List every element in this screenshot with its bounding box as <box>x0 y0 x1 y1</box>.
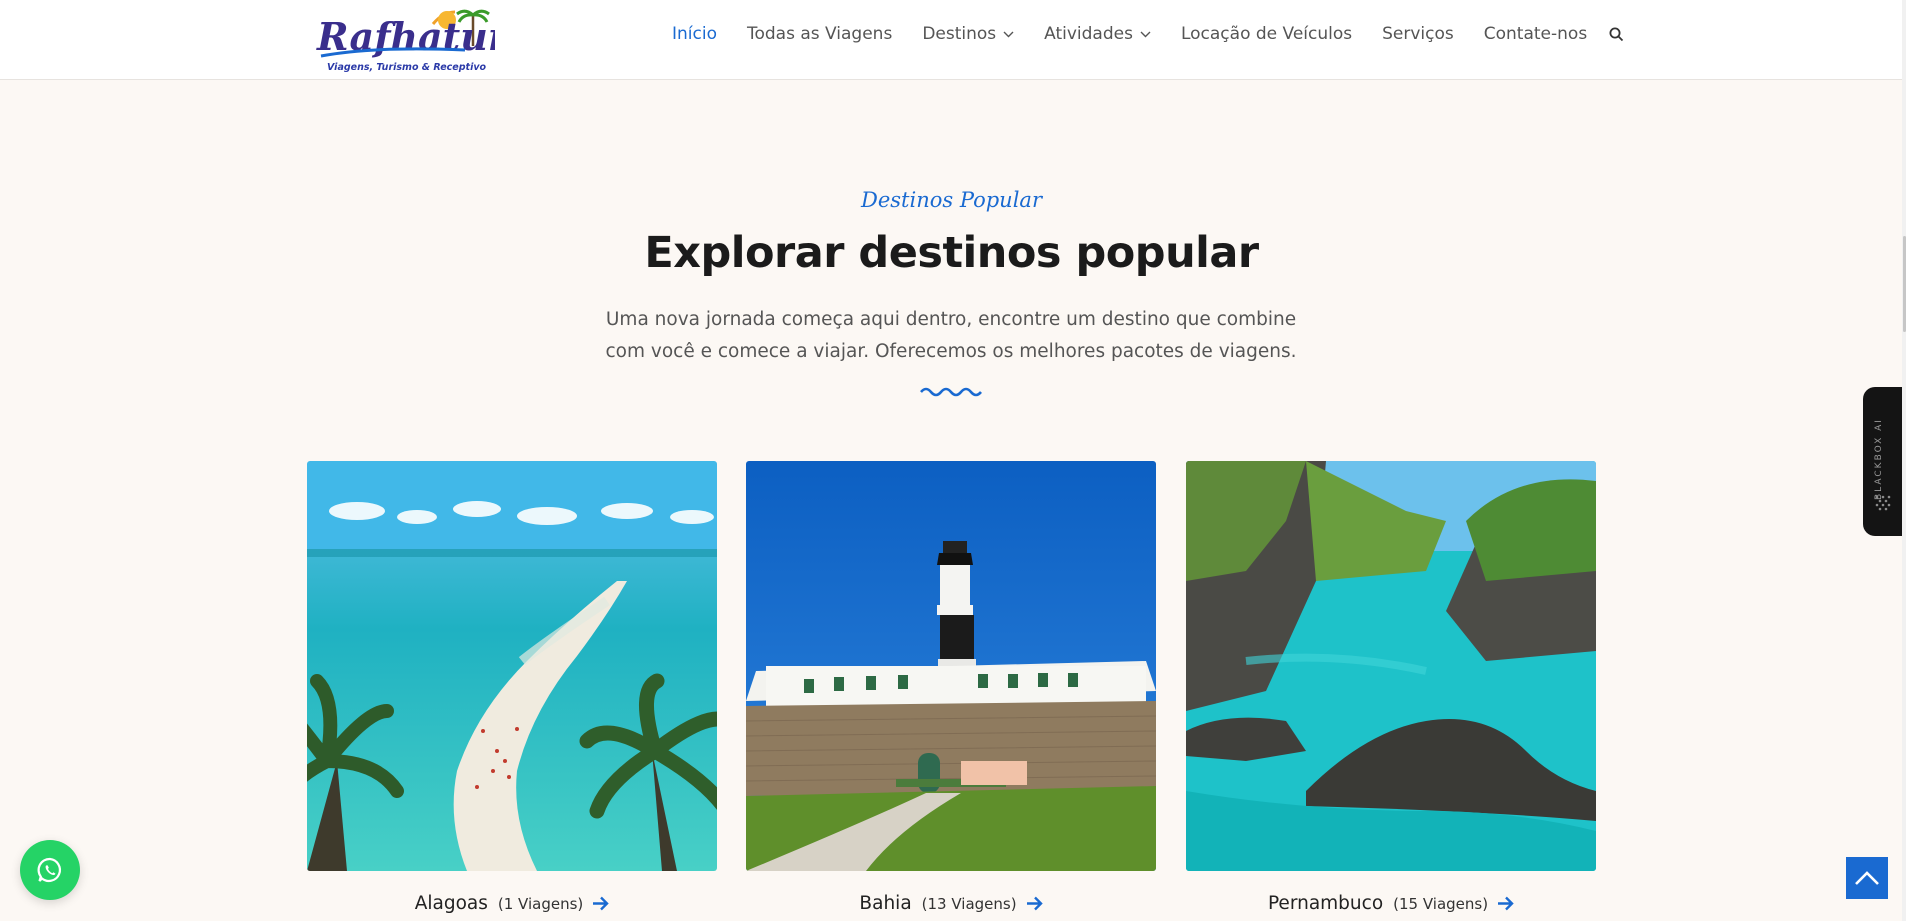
trip-count: (1 Viagens) <box>497 894 584 913</box>
trip-count: (13 Viagens) <box>921 894 1017 913</box>
destination-image-alagoas[interactable] <box>307 461 717 871</box>
destination-card-alagoas[interactable]: Alagoas (1 Viagens) <box>307 461 717 914</box>
nav-atividades[interactable]: Atividades <box>1044 24 1151 44</box>
destination-name[interactable]: Bahia <box>859 893 911 914</box>
wave-divider-icon <box>920 387 982 397</box>
main-nav: Início Todas as Viagens Destinos Ativida… <box>672 24 1624 44</box>
nav-label: Contate-nos <box>1483 24 1588 44</box>
nav-label: Atividades <box>1044 24 1133 44</box>
site-header: Rafhatur Viagens, Turismo & Receptivo In… <box>0 0 1906 80</box>
nav-inicio[interactable]: Início <box>672 24 717 44</box>
destination-card-pernambuco[interactable]: Pernambuco (15 Viagens) <box>1186 461 1596 914</box>
nav-todas-as-viagens[interactable]: Todas as Viagens <box>747 24 892 44</box>
nav-locacao-de-veiculos[interactable]: Locação de Veículos <box>1181 24 1352 44</box>
arrow-right-icon[interactable] <box>1026 896 1043 911</box>
nav-label: Início <box>672 24 717 44</box>
section-subtitle: Uma nova jornada começa aqui dentro, enc… <box>601 304 1301 368</box>
card-caption: Alagoas (1 Viagens) <box>307 893 717 914</box>
nav-label: Destinos <box>922 24 997 44</box>
search-icon[interactable] <box>1609 27 1624 42</box>
section-eyebrow: Destinos Popular <box>861 188 1042 212</box>
svg-text:Viagens, Turismo & Receptivo: Viagens, Turismo & Receptivo <box>327 62 487 73</box>
nav-label: Todas as Viagens <box>746 24 893 44</box>
arrow-right-icon[interactable] <box>592 896 609 911</box>
card-caption: Bahia (13 Viagens) <box>746 893 1156 914</box>
destination-image-pernambuco[interactable] <box>1186 461 1596 871</box>
nav-label: Locação de Veículos <box>1180 24 1353 44</box>
whatsapp-icon <box>37 857 62 883</box>
whatsapp-button[interactable] <box>20 840 80 900</box>
dots-grid-icon <box>1875 495 1891 511</box>
nav-servicos[interactable]: Serviços <box>1382 24 1454 44</box>
card-caption: Pernambuco (15 Viagens) <box>1186 893 1596 914</box>
back-to-top-button[interactable] <box>1846 857 1888 899</box>
destination-name[interactable]: Pernambuco <box>1268 893 1383 914</box>
section-title: Explorar destinos popular <box>644 228 1259 278</box>
nav-label: Serviços <box>1382 24 1454 44</box>
subtitle-line-2: com você e comece a viajar. Oferecemos o… <box>605 341 1297 362</box>
blackbox-ai-label: BLACKBOX AI <box>1874 418 1884 500</box>
destination-name[interactable]: Alagoas <box>415 893 488 914</box>
destination-card-bahia[interactable]: Bahia (13 Viagens) <box>746 461 1156 914</box>
trip-count: (15 Viagens) <box>1393 894 1489 913</box>
scrollbar-track[interactable] <box>1902 0 1906 921</box>
arrow-right-icon[interactable] <box>1497 896 1514 911</box>
nav-contate-nos[interactable]: Contate-nos <box>1484 24 1587 44</box>
site-logo[interactable]: Rafhatur Viagens, Turismo & Receptivo <box>315 6 511 74</box>
destination-image-bahia[interactable] <box>746 461 1156 871</box>
nav-destinos[interactable]: Destinos <box>922 24 1014 44</box>
chevron-up-icon <box>1855 871 1879 885</box>
chevron-down-icon <box>1003 31 1014 37</box>
subtitle-line-1: Uma nova jornada começa aqui dentro, enc… <box>605 309 1297 330</box>
chevron-down-icon <box>1140 31 1151 37</box>
